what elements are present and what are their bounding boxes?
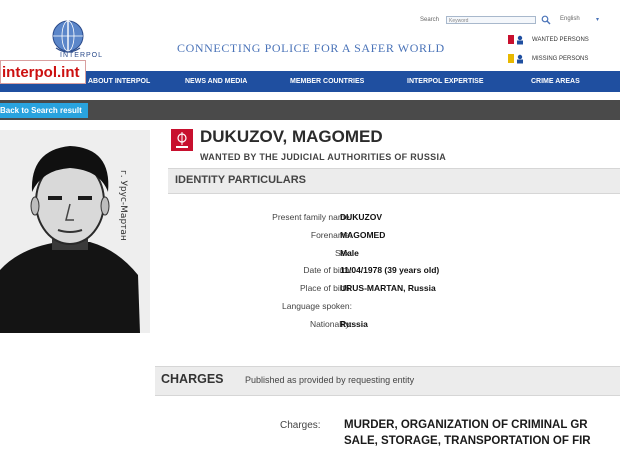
toolbar	[0, 100, 620, 120]
wanted-person-photo: г. Урус-Мартан	[0, 130, 150, 333]
tagline: CONNECTING POLICE FOR A SAFER WORLD	[177, 41, 445, 55]
nav-interpol-expertise[interactable]: INTERPOL EXPERTISE	[407, 71, 484, 92]
charges-line-1: MURDER, ORGANIZATION OF CRIMINAL GR	[344, 419, 588, 431]
field-value-sex: Male	[340, 248, 359, 258]
person-name: DUKUZOV, MAGOMED	[200, 127, 383, 146]
field-label-family-name: Present family name:	[272, 212, 352, 222]
field-label-sex: Sex:	[334, 248, 352, 258]
photo-stamp-text: г. Урус-Мартан	[118, 170, 128, 241]
field-value-place-of-birth: URUS-MARTAN, Russia	[340, 283, 436, 293]
back-to-search-button[interactable]: Back to Search result	[0, 103, 88, 118]
charges-line-2: SALE, STORAGE, TRANSPORTATION OF FIR	[344, 435, 591, 447]
missing-persons-link[interactable]: MISSING PERSONS	[532, 56, 588, 62]
charges-subtitle: Published as provided by requesting enti…	[245, 375, 415, 385]
search-icon[interactable]	[541, 15, 551, 25]
field-value-nationality: Russia	[340, 319, 368, 329]
field-label-date-of-birth: Date of birth:	[303, 265, 352, 275]
search-label: Search	[420, 17, 440, 23]
logo-text: INTERPOL	[60, 52, 104, 59]
wanted-persons-icon	[508, 35, 523, 45]
field-value-date-of-birth: 11/04/1978 (39 years old)	[340, 265, 440, 275]
field-label-nationality: Nationality:	[309, 319, 352, 329]
wanted-by-text: WANTED BY THE JUDICIAL AUTHORITIES OF RU…	[200, 152, 447, 162]
site-badge: interpol.int	[0, 60, 86, 84]
language-select[interactable]: English	[560, 16, 580, 22]
charges-label: Charges:	[280, 420, 321, 431]
nav-member-countries[interactable]: MEMBER COUNTRIES	[290, 71, 364, 92]
missing-persons-icon	[508, 54, 523, 64]
field-label-place-of-birth: Place of birth:	[300, 283, 352, 293]
search-input[interactable]: Keyword	[446, 16, 536, 24]
wanted-persons-link[interactable]: WANTED PERSONS	[532, 37, 589, 43]
wanted-notice-flag-icon	[171, 129, 193, 151]
field-value-forename: MAGOMED	[340, 230, 386, 240]
nav-crime-areas[interactable]: CRIME AREAS	[531, 71, 580, 92]
nav-news-and-media[interactable]: NEWS AND MEDIA	[185, 71, 247, 92]
chevron-down-icon[interactable]: ▾	[596, 16, 599, 23]
charges-text: MURDER, ORGANIZATION OF CRIMINAL GR SALE…	[344, 417, 591, 449]
field-value-family-name: DUKUZOV	[340, 212, 383, 222]
nav-about-interpol[interactable]: ABOUT INTERPOL	[88, 71, 150, 92]
field-label-language-spoken: Language spoken:	[282, 301, 352, 311]
interpol-globe-logo	[52, 18, 84, 54]
field-label-forename: Forename:	[310, 230, 352, 240]
charges-section-title: CHARGES	[161, 372, 224, 386]
identity-section-title: IDENTITY PARTICULARS	[175, 174, 306, 186]
